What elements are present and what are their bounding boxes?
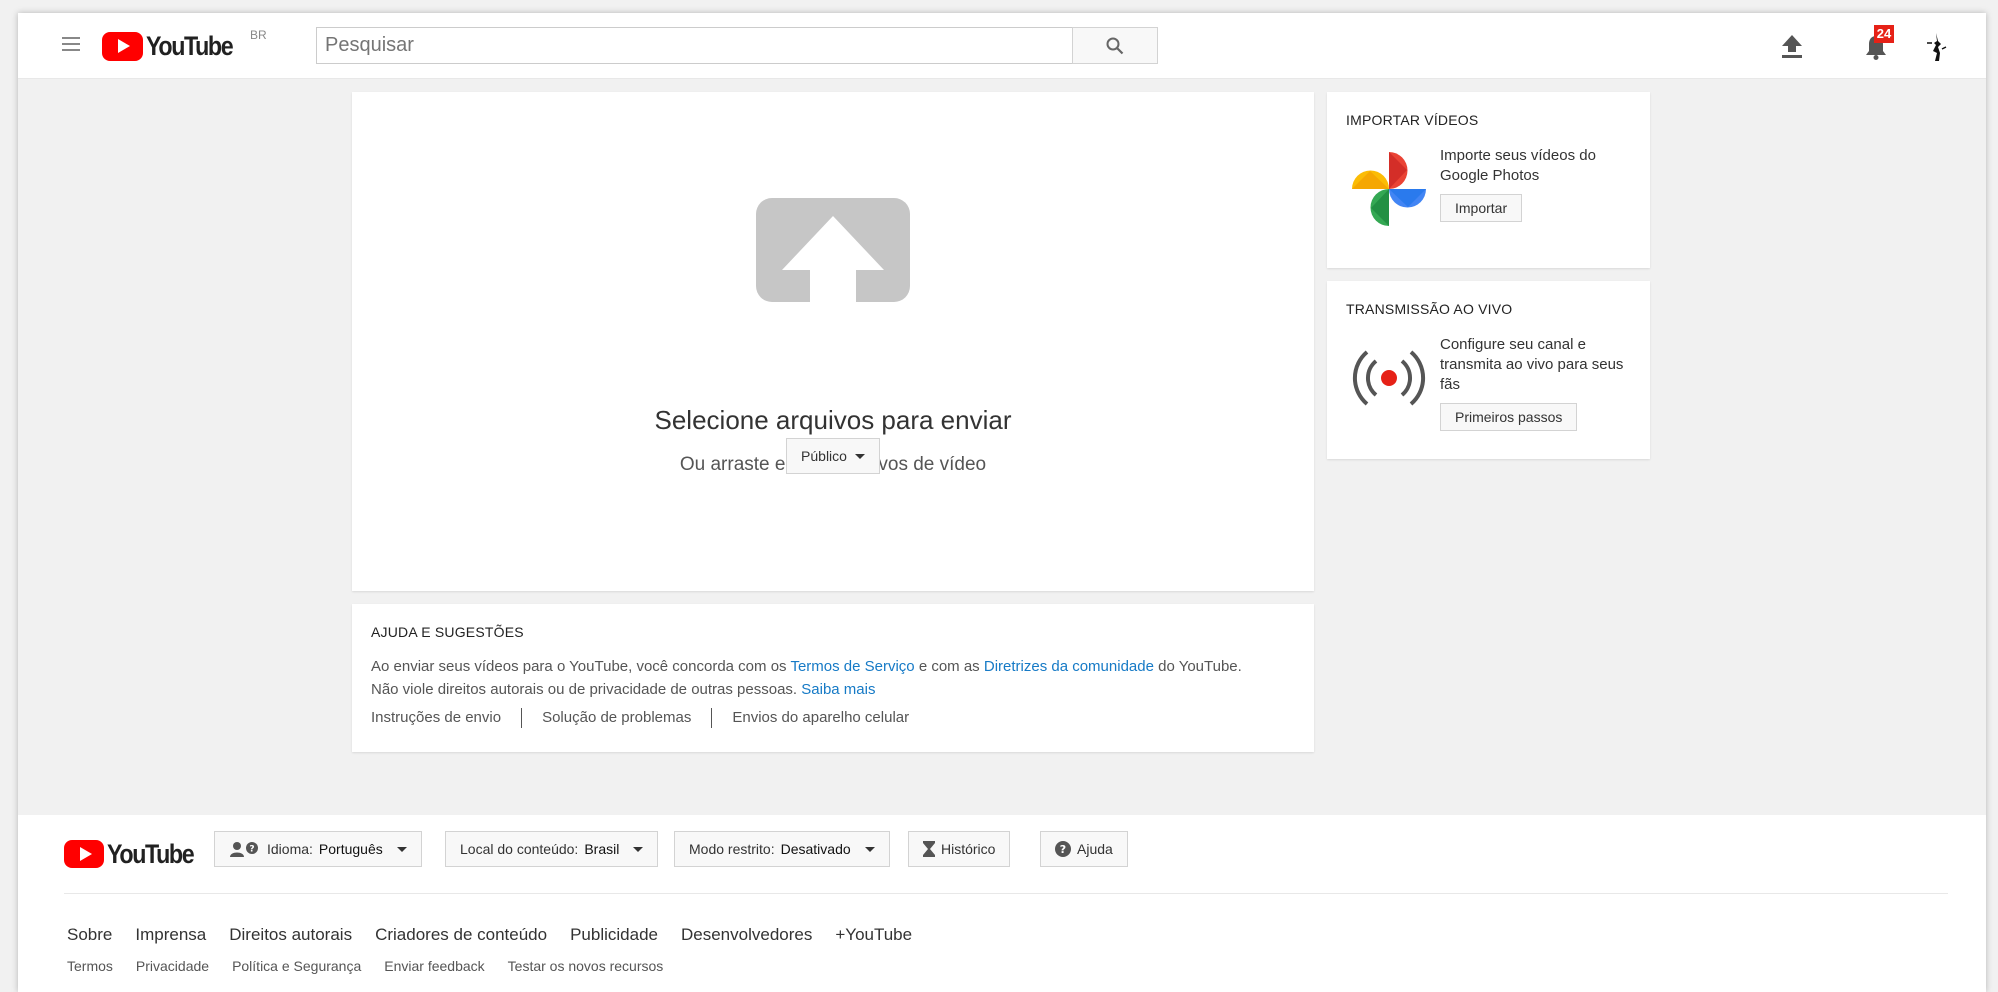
restricted-label: Modo restrito: [689, 841, 775, 857]
footer-youtube-logo[interactable]: YouTube [64, 839, 207, 869]
learn-more-link[interactable]: Saiba mais [801, 681, 875, 698]
live-streaming-card: TRANSMISSÃO AO VIVO Configure seu canal … [1327, 281, 1650, 459]
avatar[interactable] [1922, 31, 1950, 63]
live-title: TRANSMISSÃO AO VIVO [1346, 301, 1513, 317]
svg-text:?: ? [1060, 843, 1066, 856]
troubleshooting-link[interactable]: Solução de problemas [542, 708, 713, 728]
help-button[interactable]: ? Ajuda [1040, 831, 1128, 867]
footer-link-new-features[interactable]: Testar os novos recursos [508, 958, 664, 974]
footer-link-creators[interactable]: Criadores de conteúdo [375, 925, 547, 945]
location-value: Brasil [584, 841, 620, 857]
footer-link-about[interactable]: Sobre [67, 925, 112, 945]
footer-link-terms[interactable]: Termos [67, 958, 113, 974]
import-videos-card: IMPORTAR VÍDEOS Importe seus vídeos do G… [1327, 92, 1650, 268]
live-broadcast-icon [1352, 350, 1426, 406]
help-text-3: do YouTube. [1153, 658, 1242, 675]
help-text-4: Não viole direitos autorais ou de privac… [371, 681, 802, 698]
notification-badge: 24 [1874, 25, 1894, 43]
help-links: Instruções de envio Solução de problemas… [371, 708, 1295, 728]
logo-text: YouTube [146, 30, 234, 61]
help-icon: ? [1055, 841, 1071, 857]
import-description: Importe seus vídeos do Google Photos [1440, 147, 1596, 184]
help-card: AJUDA E SUGESTÕES Ao enviar seus vídeos … [352, 604, 1314, 752]
get-started-button[interactable]: Primeiros passos [1440, 403, 1578, 431]
country-code: BR [250, 28, 267, 42]
footer-link-press[interactable]: Imprensa [135, 925, 206, 945]
language-button[interactable]: ? Idioma: Português [214, 831, 422, 867]
privacy-dropdown[interactable]: Público [786, 438, 880, 474]
masthead: YouTube BR 24 [18, 13, 1986, 79]
language-label: Idioma: [267, 841, 313, 857]
footer-link-feedback[interactable]: Enviar feedback [384, 958, 484, 974]
terms-link[interactable]: Termos de Serviço [790, 658, 914, 675]
restricted-mode-button[interactable]: Modo restrito: Desativado [674, 831, 890, 867]
search-input[interactable] [316, 27, 1074, 64]
upload-card[interactable]: Selecione arquivos para enviar Ou arrast… [352, 92, 1314, 591]
history-button[interactable]: Histórico [908, 831, 1011, 867]
location-label: Local do conteúdo: [460, 841, 579, 857]
footer-link-copyright[interactable]: Direitos autorais [229, 925, 352, 945]
caret-down-icon [633, 846, 644, 852]
footer-link-plus-youtube[interactable]: +YouTube [835, 925, 912, 945]
live-description: Configure seu canal e transmita ao vivo … [1440, 336, 1624, 393]
help-text: Ao enviar seus vídeos para o YouTube, vo… [371, 655, 1295, 701]
menu-icon[interactable] [62, 37, 80, 51]
footer: YouTube ? Idioma: Português Local do con… [18, 815, 1986, 992]
browser-window: YouTube BR 24 Sel [18, 13, 1986, 992]
caret-down-icon [396, 846, 407, 852]
footer-divider [64, 893, 1948, 894]
help-text-2: e com as [914, 658, 984, 675]
restricted-value: Desativado [780, 841, 851, 857]
content-location-button[interactable]: Local do conteúdo: Brasil [445, 831, 659, 867]
import-title: IMPORTAR VÍDEOS [1346, 112, 1479, 128]
upload-instructions-link[interactable]: Instruções de envio [371, 708, 523, 728]
footer-link-privacy[interactable]: Privacidade [136, 958, 209, 974]
svg-text:?: ? [249, 845, 254, 855]
caret-down-icon [854, 453, 865, 459]
mobile-uploads-link[interactable]: Envios do aparelho celular [732, 708, 929, 728]
youtube-play-icon [102, 31, 143, 61]
help-label: Ajuda [1077, 841, 1113, 857]
upload-icon[interactable] [1780, 33, 1804, 59]
import-button[interactable]: Importar [1440, 194, 1523, 222]
footer-logo-text: YouTube [107, 838, 195, 869]
language-value: Português [318, 841, 383, 857]
google-photos-icon [1352, 152, 1426, 226]
upload-arrow-icon[interactable] [756, 198, 910, 302]
caret-down-icon [864, 846, 875, 852]
footer-secondary-links: Termos Privacidade Política e Segurança … [67, 958, 663, 974]
search-button[interactable] [1072, 27, 1158, 64]
hourglass-icon [923, 841, 935, 857]
youtube-play-icon [64, 840, 104, 868]
search-icon [1106, 37, 1124, 54]
help-text-1: Ao enviar seus vídeos para o YouTube, vo… [371, 658, 791, 675]
guidelines-link[interactable]: Diretrizes da comunidade [984, 658, 1154, 675]
language-icon: ? [230, 842, 258, 857]
upload-title[interactable]: Selecione arquivos para enviar [352, 405, 1314, 436]
help-title: AJUDA E SUGESTÕES [371, 624, 524, 640]
footer-link-advertise[interactable]: Publicidade [570, 925, 658, 945]
history-label: Histórico [941, 841, 996, 857]
footer-link-developers[interactable]: Desenvolvedores [681, 925, 812, 945]
privacy-label: Público [801, 448, 847, 464]
youtube-logo[interactable]: YouTube BR [102, 28, 267, 61]
footer-primary-links: Sobre Imprensa Direitos autorais Criador… [67, 925, 912, 945]
footer-link-policy-safety[interactable]: Política e Segurança [232, 958, 361, 974]
